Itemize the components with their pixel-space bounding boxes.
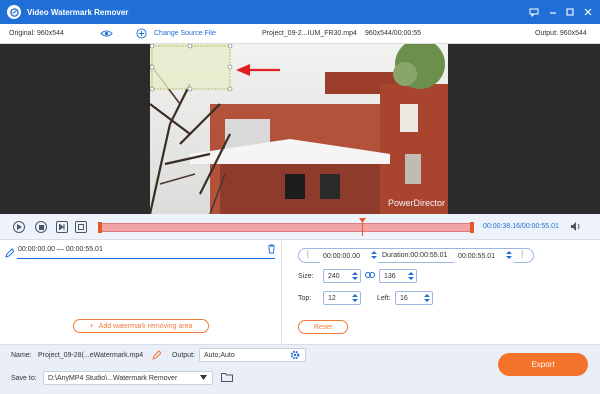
close-button[interactable] [580,4,596,20]
window-title: Video Watermark Remover [27,7,129,17]
playback-time: 00:00:38.16/00:00:55.01 [483,223,559,230]
end-time-value: 00:00:55.01 [458,252,495,260]
timeline-start-handle[interactable] [98,222,102,233]
output-size-label: Output: 960x544 [535,30,587,37]
source-file-info: 960x544/00:00:55 [365,30,422,37]
area-time-range: 00:00:00.00 — 00:00:55.01 [18,246,103,253]
minimize-button[interactable] [545,4,561,20]
playback-bar: 00:00:38.16/00:00:55.01 [0,214,600,240]
top-input[interactable]: 12 [323,291,361,305]
add-area-label: Add watermark removing area [98,322,193,330]
video-preview: PowerDirector [0,44,600,214]
width-input[interactable]: 240 [323,269,361,283]
eye-icon[interactable] [100,29,113,40]
reset-button[interactable]: Reset [298,320,348,334]
stepper-icon[interactable] [371,250,377,260]
save-path-field[interactable]: D:\AnyMP4 Studio\...Watermark Remover [43,371,213,385]
open-folder-icon[interactable] [221,372,233,384]
title-bar: Video Watermark Remover [0,0,600,24]
save-path-value: D:\AnyMP4 Studio\...Watermark Remover [48,374,178,382]
bracket-start-icon[interactable]: [ [307,251,309,258]
output-label: Output: [172,352,195,359]
output-format-value: Auto;Auto [204,351,235,359]
change-source-button[interactable]: Change Source File [154,30,216,37]
timeline-end-handle[interactable] [470,222,474,233]
size-label: Size: [298,273,314,280]
pen-icon [5,248,15,260]
top-value: 12 [328,294,336,302]
add-source-icon[interactable] [136,28,147,41]
duration-display: Duration:00:00:55.01 [382,252,448,259]
play-button[interactable] [13,221,25,233]
end-time-input[interactable]: 00:00:55.01 [454,249,514,263]
save-to-label: Save to: [11,375,37,382]
source-filename: Project_09-2...IUM_FR30.mp4 [262,30,357,37]
link-icon[interactable] [365,272,375,280]
start-time-value: 00:00:00.00 [323,252,360,260]
original-size-label: Original: 960x544 [9,30,64,37]
stepper-icon[interactable] [424,293,430,303]
stepper-icon[interactable] [352,271,358,281]
start-time-input[interactable]: 00:00:00.00 [319,249,379,263]
stepper-icon[interactable] [408,271,414,281]
stepper-icon[interactable] [506,250,512,260]
output-bar: Name: Project_09-28(...eWatermark.mp4 Ou… [0,344,600,394]
stepper-icon[interactable] [352,293,358,303]
area-list-panel: 00:00:00.00 — 00:00:55.01 + Add watermar… [0,241,282,343]
next-frame-button[interactable] [56,221,68,233]
height-value: 136 [384,272,396,280]
maximize-button[interactable] [562,4,578,20]
app-logo-icon [7,5,21,19]
area-track[interactable] [17,258,275,259]
fullscreen-button[interactable] [75,221,87,233]
video-watermark-text: PowerDirector [388,198,446,208]
volume-icon[interactable] [570,221,582,234]
height-input[interactable]: 136 [379,269,417,283]
left-input[interactable]: 16 [395,291,433,305]
trash-icon[interactable] [267,244,276,256]
bracket-end-icon[interactable]: ] [521,251,523,258]
settings-panel: [ 00:00:00.00 Duration:00:00:55.01 00:00… [283,241,600,343]
playhead[interactable] [359,218,366,240]
left-value: 16 [400,294,408,302]
info-toolbar: Original: 960x544 Change Source File Pro… [0,24,600,44]
output-filename: Project_09-28(...eWatermark.mp4 [38,352,144,359]
plus-icon: + [89,322,94,330]
settings-gear-icon[interactable] [290,350,300,362]
feedback-icon[interactable] [526,4,542,20]
edit-name-icon[interactable] [152,350,162,362]
left-label: Left: [377,295,391,302]
add-area-button[interactable]: + Add watermark removing area [73,319,209,333]
width-value: 240 [328,272,340,280]
dropdown-arrow-icon[interactable] [200,375,207,382]
name-label: Name: [11,352,32,359]
timeline-bar[interactable] [98,218,474,236]
video-frame[interactable]: PowerDirector [150,44,448,214]
stop-button[interactable] [35,221,47,233]
export-button[interactable]: Export [498,353,588,376]
top-label: Top: [298,295,312,302]
